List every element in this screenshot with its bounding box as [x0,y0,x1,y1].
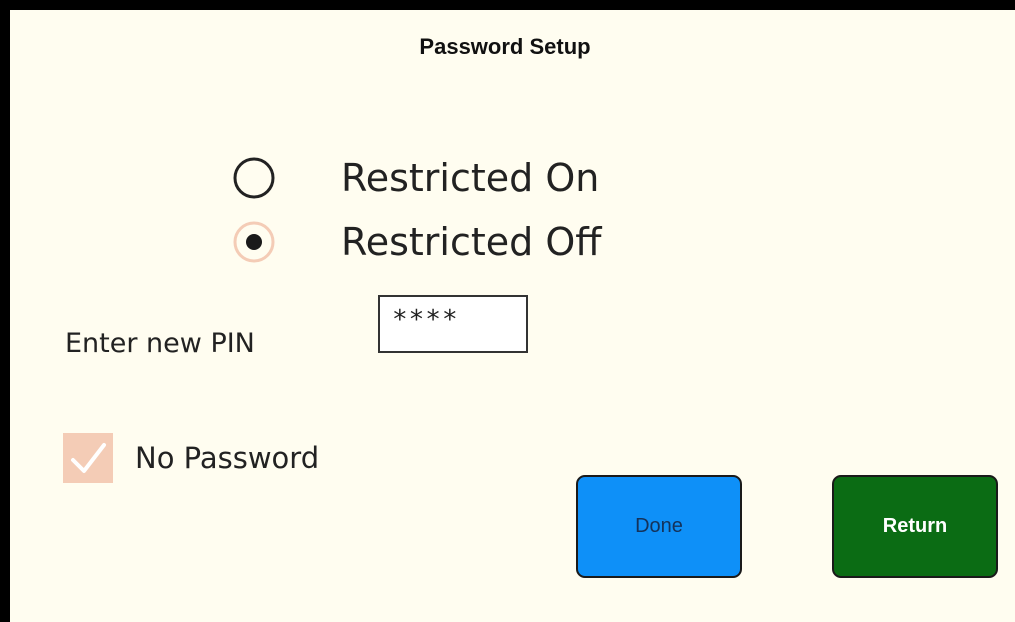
pin-label: Enter new PIN [65,328,255,359]
pin-input[interactable]: **** [378,295,528,353]
radio-restricted-off[interactable]: Restricted Off [232,220,601,264]
radio-restricted-on[interactable]: Restricted On [232,156,599,200]
return-button[interactable]: Return [832,475,998,578]
password-setup-dialog: Password Setup Restricted On Restricted … [0,0,1015,622]
no-password-checkbox[interactable]: No Password [63,433,319,483]
radio-selected-icon[interactable] [232,220,276,264]
no-password-label: No Password [135,441,320,475]
checkmark-icon[interactable] [63,433,113,483]
radio-unselected-icon[interactable] [232,156,276,200]
done-button[interactable]: Done [576,475,742,578]
radio-restricted-on-label: Restricted On [341,156,600,200]
radio-restricted-off-label: Restricted Off [341,220,602,264]
dialog-title: Password Setup [419,34,591,59]
